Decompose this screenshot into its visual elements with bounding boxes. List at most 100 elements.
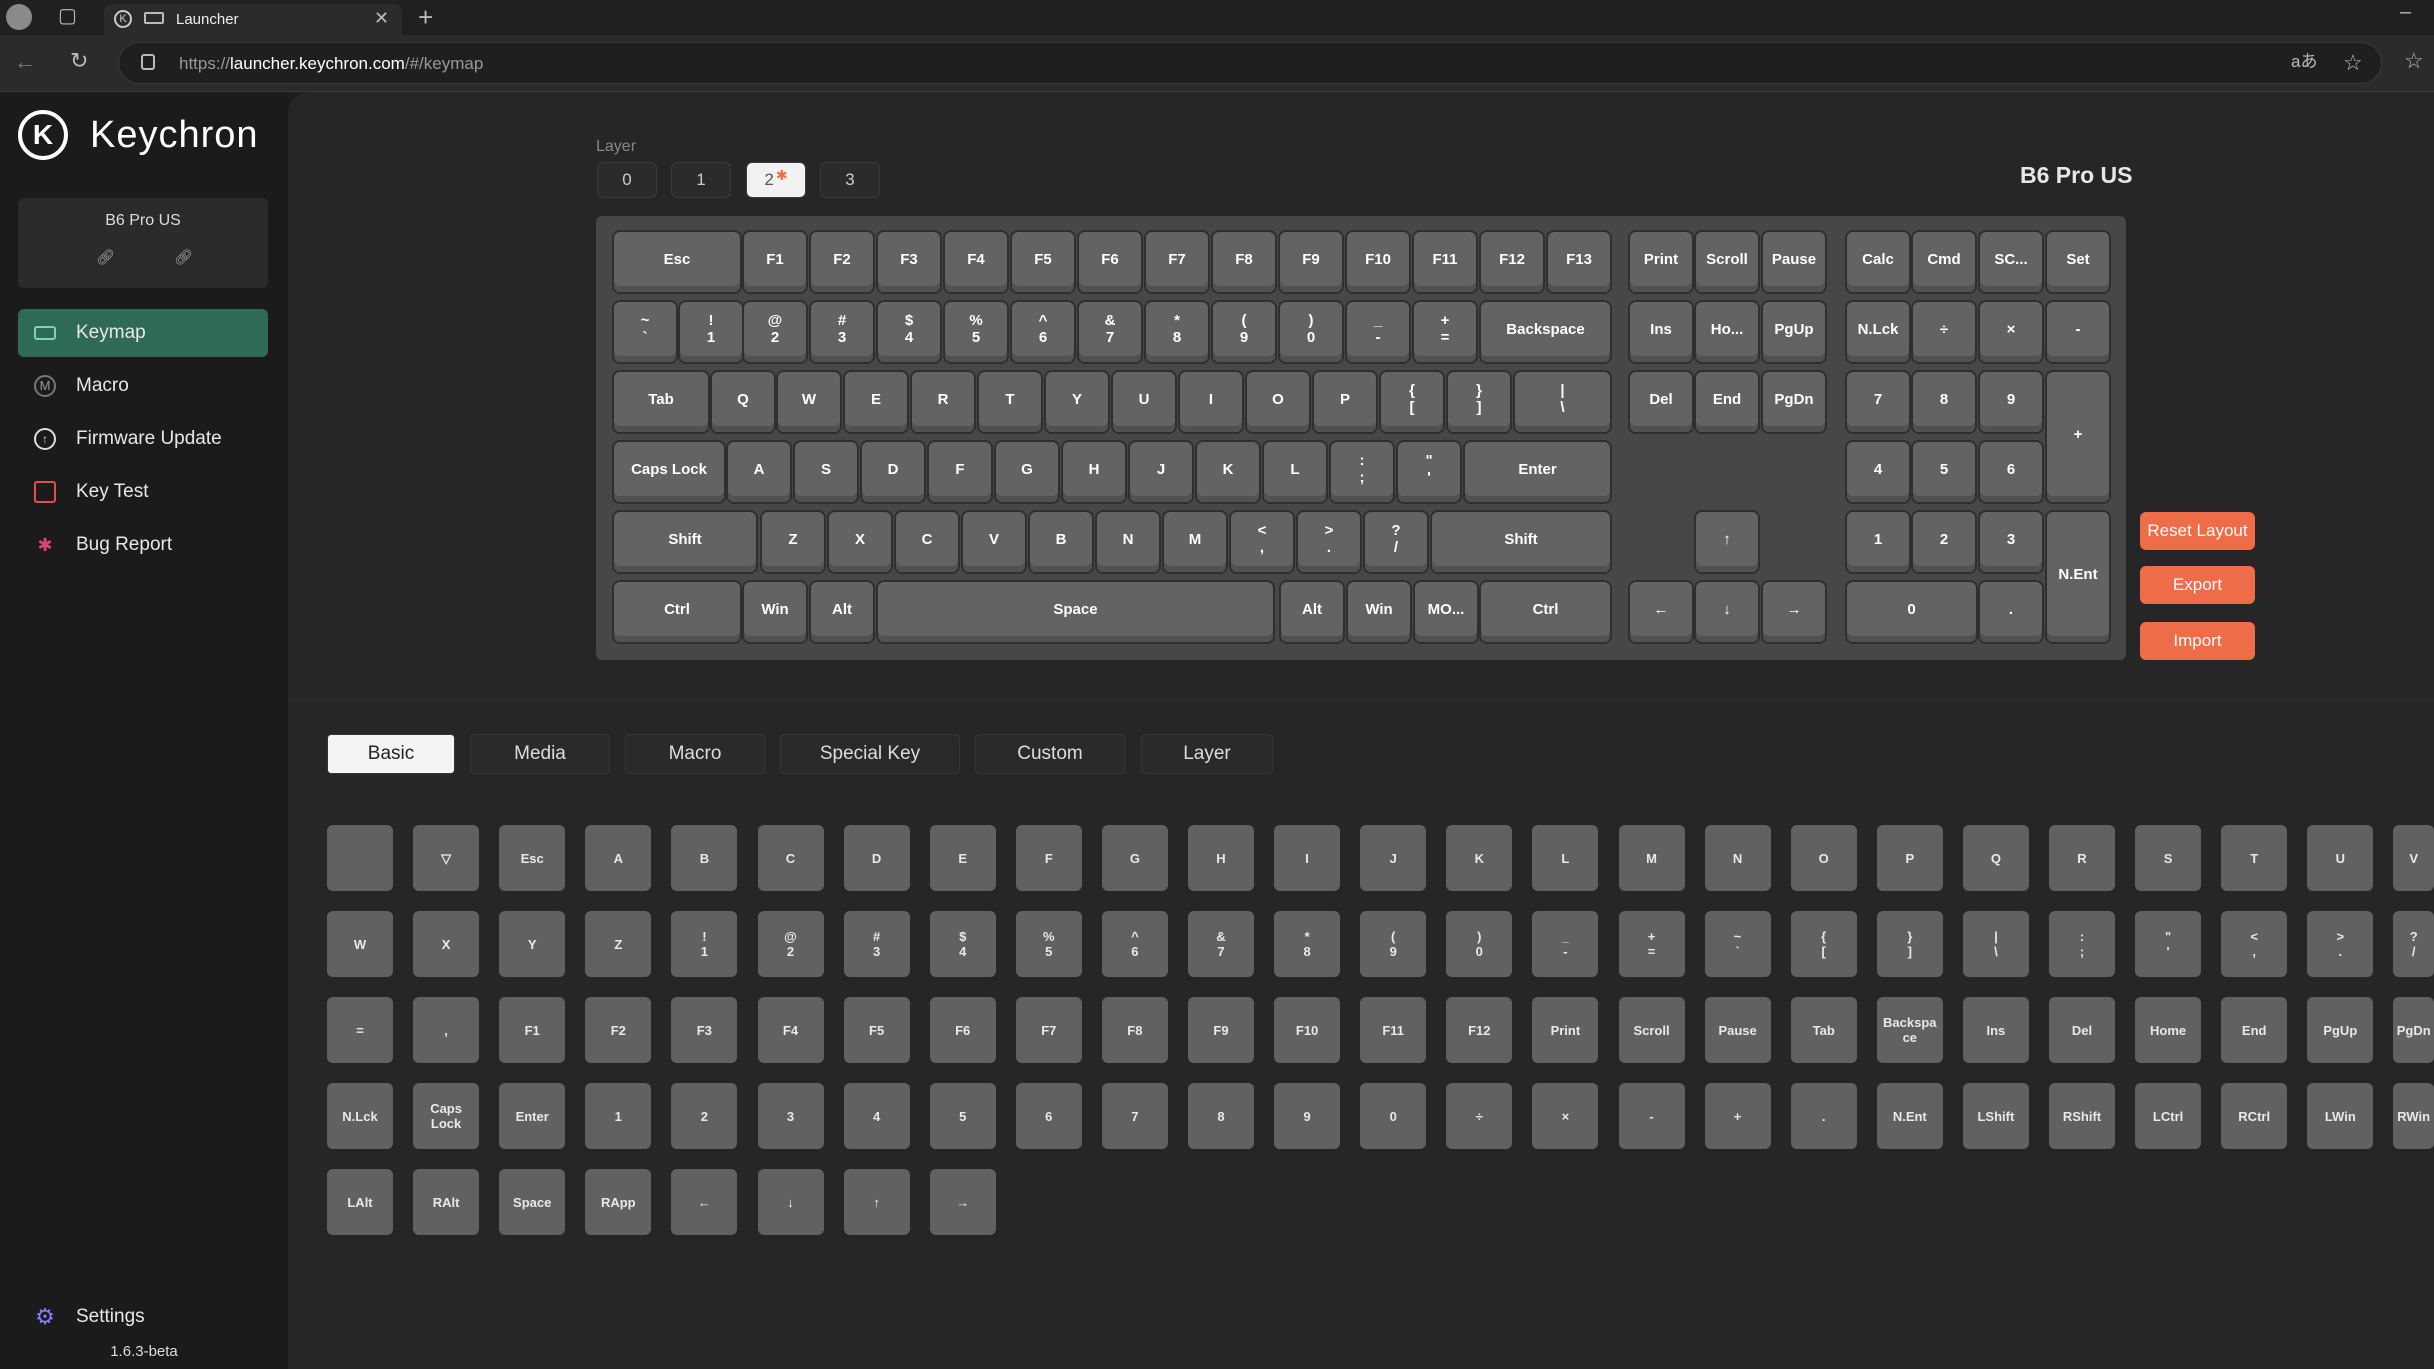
- key[interactable]: Z: [762, 512, 824, 572]
- palette-key[interactable]: F5: [843, 997, 910, 1063]
- key[interactable]: J: [1130, 442, 1192, 502]
- sidebar-item-keymap[interactable]: Keymap: [18, 309, 268, 357]
- key[interactable]: ↑: [1696, 512, 1758, 572]
- palette-key[interactable]: 1: [585, 1083, 652, 1149]
- palette-key[interactable]: F10: [1274, 997, 1341, 1063]
- palette-key[interactable]: ×: [1532, 1083, 1599, 1149]
- palette-key[interactable]: .: [1790, 1083, 1857, 1149]
- key[interactable]: F11: [1414, 232, 1476, 292]
- sidebar-item-key-test[interactable]: Key Test: [18, 468, 268, 516]
- key[interactable]: C: [896, 512, 958, 572]
- key[interactable]: | \: [1515, 372, 1610, 432]
- palette-key[interactable]: F8: [1101, 997, 1168, 1063]
- key[interactable]: I: [1180, 372, 1242, 432]
- reset-layout-button[interactable]: Reset Layout: [2140, 512, 2255, 550]
- palette-key[interactable]: LCtrl: [2135, 1083, 2202, 1149]
- key[interactable]: Space: [878, 582, 1273, 642]
- palette-key[interactable]: + =: [1618, 911, 1685, 977]
- palette-key[interactable]: 2: [671, 1083, 738, 1149]
- layer-tab-0[interactable]: 0: [597, 162, 657, 198]
- key[interactable]: S: [795, 442, 857, 502]
- key[interactable]: M: [1164, 512, 1226, 572]
- key[interactable]: V: [963, 512, 1025, 572]
- key[interactable]: K: [1197, 442, 1259, 502]
- palette-key[interactable]: Pause: [1704, 997, 1771, 1063]
- key[interactable]: ↓: [1696, 582, 1758, 642]
- palette-key[interactable]: F2: [585, 997, 652, 1063]
- key[interactable]: P: [1314, 372, 1376, 432]
- palette-key[interactable]: X: [413, 911, 480, 977]
- palette-key[interactable]: 5: [929, 1083, 996, 1149]
- disconnect-link-icon[interactable]: 🔗︎: [174, 248, 193, 266]
- key[interactable]: Backspace: [1481, 302, 1610, 362]
- sidebar-item-firmware-update[interactable]: ↑ Firmware Update: [18, 415, 268, 463]
- key[interactable]: * 8: [1146, 302, 1208, 362]
- key[interactable]: 2: [1913, 512, 1975, 572]
- palette-key[interactable]: D: [843, 825, 910, 891]
- import-button[interactable]: Import: [2140, 622, 2255, 660]
- palette-key[interactable]: Q: [1962, 825, 2029, 891]
- key[interactable]: Set: [2047, 232, 2109, 292]
- key[interactable]: ÷: [1913, 302, 1975, 362]
- palette-key[interactable]: F4: [757, 997, 824, 1063]
- back-icon[interactable]: ←: [14, 51, 36, 73]
- key[interactable]: F2: [811, 232, 873, 292]
- key[interactable]: ~ `: [614, 302, 676, 362]
- palette-key[interactable]: W: [327, 911, 393, 977]
- key[interactable]: Ins: [1630, 302, 1692, 362]
- tab-close-icon[interactable]: ✕: [374, 9, 389, 27]
- palette-key[interactable]: ) 0: [1446, 911, 1513, 977]
- palette-key[interactable]: PgDn: [2393, 997, 2434, 1063]
- key[interactable]: & 7: [1079, 302, 1141, 362]
- browser-tab[interactable]: K Launcher ✕: [104, 4, 402, 35]
- palette-key[interactable]: N: [1704, 825, 1771, 891]
- key[interactable]: 8: [1913, 372, 1975, 432]
- key[interactable]: " ': [1398, 442, 1460, 502]
- key[interactable]: Pause: [1763, 232, 1825, 292]
- tab-layer[interactable]: Layer: [1141, 734, 1273, 774]
- palette-key[interactable]: F3: [671, 997, 738, 1063]
- palette-key[interactable]: =: [327, 997, 393, 1063]
- layer-tab-3[interactable]: 3: [820, 162, 880, 198]
- key[interactable]: +: [2047, 372, 2109, 502]
- sidebar-item-settings[interactable]: ⚙ Settings: [18, 1293, 268, 1341]
- key[interactable]: Cmd: [1913, 232, 1975, 292]
- palette-key[interactable]: Esc: [499, 825, 566, 891]
- palette-key[interactable]: " ': [2135, 911, 2202, 977]
- key[interactable]: Esc: [614, 232, 740, 292]
- key[interactable]: Y: [1046, 372, 1108, 432]
- key[interactable]: $4: [878, 302, 940, 362]
- key[interactable]: (9: [1213, 302, 1275, 362]
- palette-key[interactable]: B: [671, 825, 738, 891]
- palette-key[interactable]: S: [2135, 825, 2202, 891]
- layer-tab-1[interactable]: 1: [671, 162, 731, 198]
- key[interactable]: N: [1097, 512, 1159, 572]
- key[interactable]: F13: [1548, 232, 1610, 292]
- key[interactable]: N.Ent: [2047, 512, 2109, 642]
- palette-key[interactable]: ÷: [1446, 1083, 1513, 1149]
- palette-key[interactable]: T: [2221, 825, 2288, 891]
- key[interactable]: Q: [712, 372, 774, 432]
- key[interactable]: F6: [1079, 232, 1141, 292]
- key[interactable]: E: [845, 372, 907, 432]
- key[interactable]: U: [1113, 372, 1175, 432]
- key[interactable]: Print: [1630, 232, 1692, 292]
- key[interactable]: % 5: [945, 302, 1007, 362]
- palette-key[interactable]: M: [1618, 825, 1685, 891]
- key[interactable]: T: [979, 372, 1041, 432]
- palette-key[interactable]: Y: [499, 911, 566, 977]
- key[interactable]: G: [996, 442, 1058, 502]
- favorite-star-icon[interactable]: ☆: [2343, 52, 2363, 74]
- key[interactable]: 7: [1847, 372, 1909, 432]
- palette-key[interactable]: V: [2393, 825, 2434, 891]
- palette-key[interactable]: % 5: [1015, 911, 1082, 977]
- palette-key[interactable]: 0: [1360, 1083, 1427, 1149]
- key[interactable]: 6: [1980, 442, 2042, 502]
- key[interactable]: ! 1: [680, 302, 742, 362]
- key[interactable]: D: [862, 442, 924, 502]
- key[interactable]: _ -: [1347, 302, 1409, 362]
- key[interactable]: Tab: [614, 372, 708, 432]
- key[interactable]: O: [1247, 372, 1309, 432]
- palette-key[interactable]: F: [1015, 825, 1082, 891]
- palette-key[interactable]: 3: [757, 1083, 824, 1149]
